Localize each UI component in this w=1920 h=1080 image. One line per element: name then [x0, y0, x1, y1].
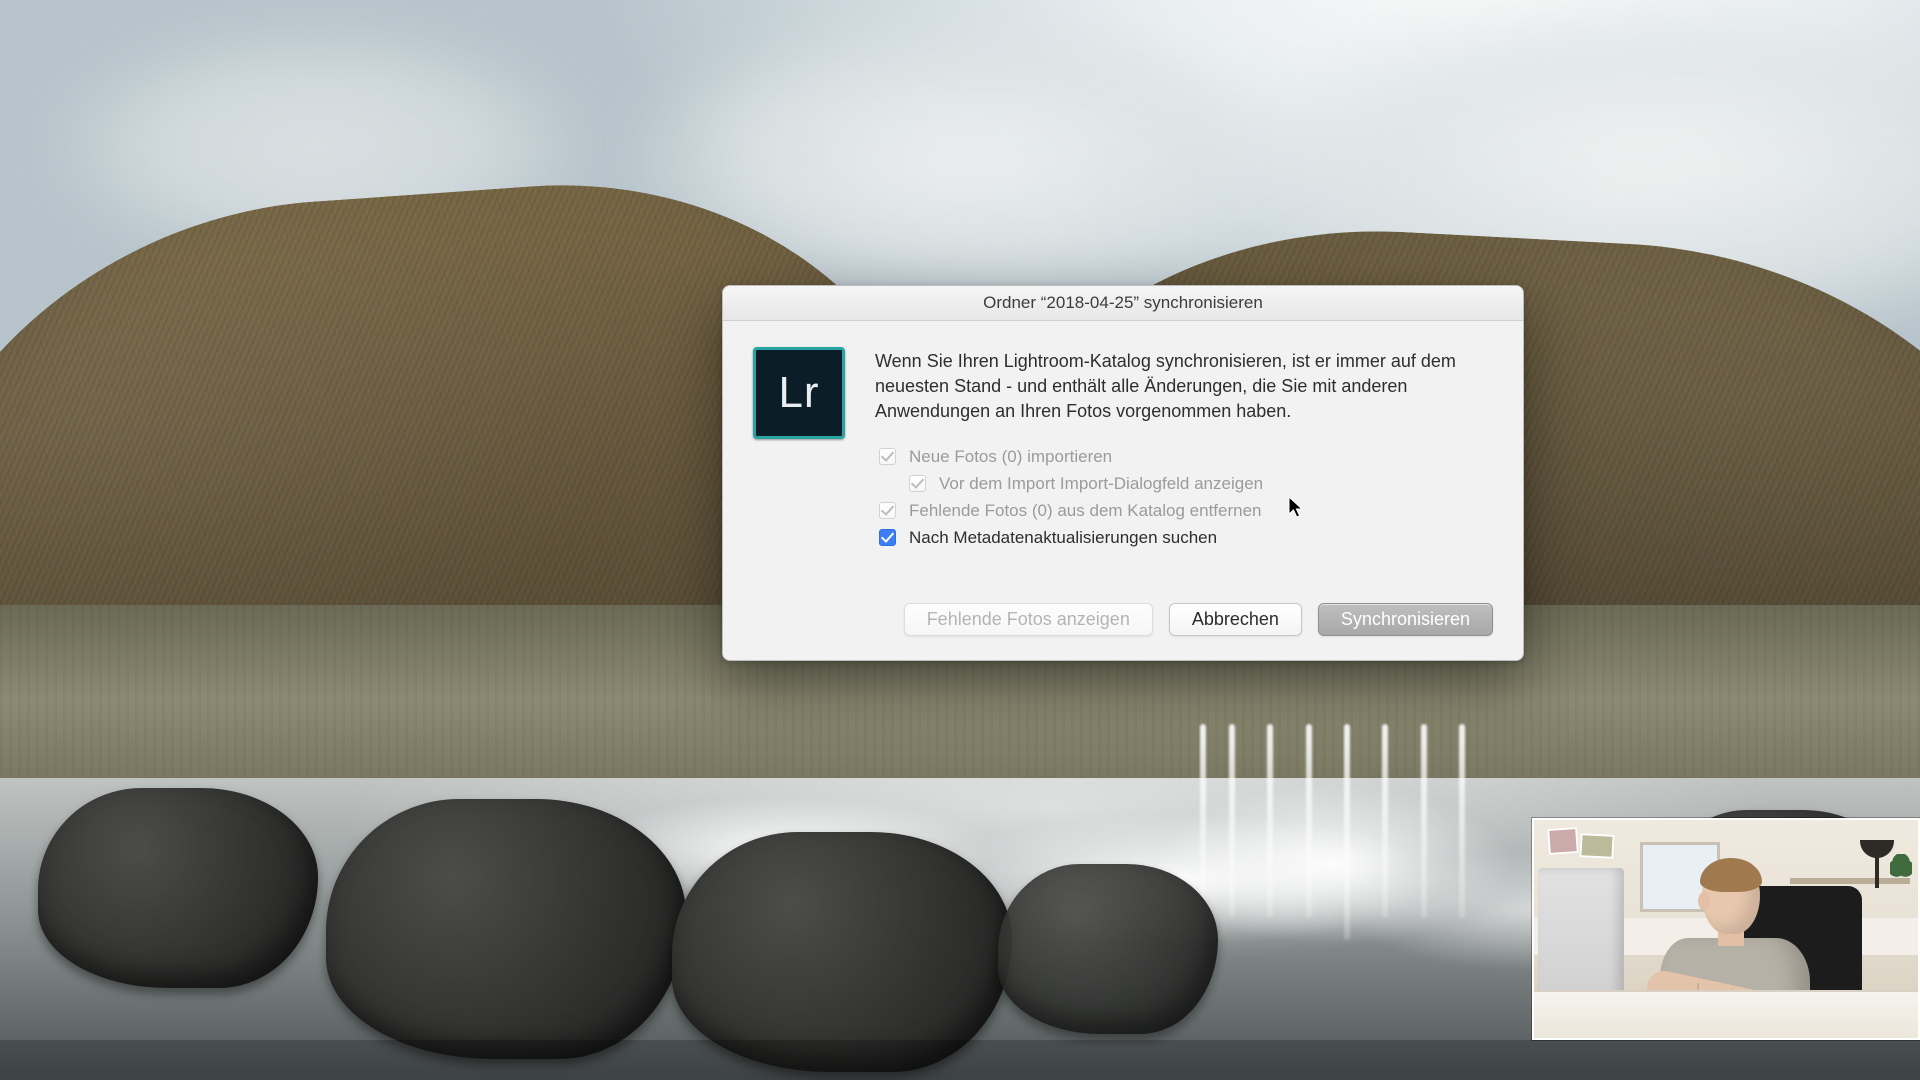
lightroom-app-icon: Lr [753, 347, 845, 439]
dialog-description: Wenn Sie Ihren Lightroom-Katalog synchro… [875, 349, 1493, 423]
dialog-titlebar[interactable]: Ordner “2018-04-25” synchronisieren [723, 286, 1523, 321]
option-scan-metadata: Nach Metadatenaktualisierungen suchen [875, 526, 1493, 549]
video-bottom-overlay [0, 1040, 1920, 1080]
desk-lamp-icon [1850, 840, 1894, 884]
checkbox-remove-missing[interactable] [879, 502, 896, 519]
dialog-options: Neue Fotos (0) importieren Vor dem Impor… [875, 445, 1493, 549]
rock [326, 799, 686, 1059]
cancel-button[interactable]: Abbrechen [1169, 603, 1302, 636]
checkbox-scan-metadata[interactable] [879, 529, 896, 546]
dialog-button-row: Fehlende Fotos anzeigen Abbrechen Synchr… [753, 603, 1493, 636]
label-import-new-photos: Neue Fotos (0) importieren [909, 447, 1112, 467]
checkbox-show-import-dialog[interactable] [909, 475, 926, 492]
checkbox-import-new-photos[interactable] [879, 448, 896, 465]
presenter-room [1534, 820, 1918, 1038]
desk-surface [1534, 990, 1918, 1038]
plant-icon [1890, 854, 1912, 880]
label-remove-missing: Fehlende Fotos (0) aus dem Katalog entfe… [909, 501, 1262, 521]
dialog-content: Wenn Sie Ihren Lightroom-Katalog synchro… [875, 347, 1493, 553]
label-show-import-dialog: Vor dem Import Import-Dialogfeld anzeige… [939, 474, 1263, 494]
synchronize-button[interactable]: Synchronisieren [1318, 603, 1493, 636]
wall-photo-icon [1579, 833, 1614, 859]
sync-folder-dialog: Ordner “2018-04-25” synchronisieren Lr W… [722, 285, 1524, 661]
rock [38, 788, 318, 988]
rock [672, 832, 1012, 1072]
option-remove-missing: Fehlende Fotos (0) aus dem Katalog entfe… [875, 499, 1493, 522]
show-missing-photos-button[interactable]: Fehlende Fotos anzeigen [904, 603, 1153, 636]
option-import-new-photos: Neue Fotos (0) importieren [875, 445, 1493, 468]
wall-photo-icon [1547, 827, 1579, 855]
dialog-title: Ordner “2018-04-25” synchronisieren [983, 293, 1263, 313]
lightroom-app-icon-text: Lr [778, 368, 819, 418]
presenter-webcam-pip [1532, 818, 1920, 1040]
label-scan-metadata: Nach Metadatenaktualisierungen suchen [909, 528, 1217, 548]
option-show-import-dialog: Vor dem Import Import-Dialogfeld anzeige… [905, 472, 1493, 495]
imac-monitor [1538, 868, 1624, 1008]
rock [998, 864, 1218, 1034]
